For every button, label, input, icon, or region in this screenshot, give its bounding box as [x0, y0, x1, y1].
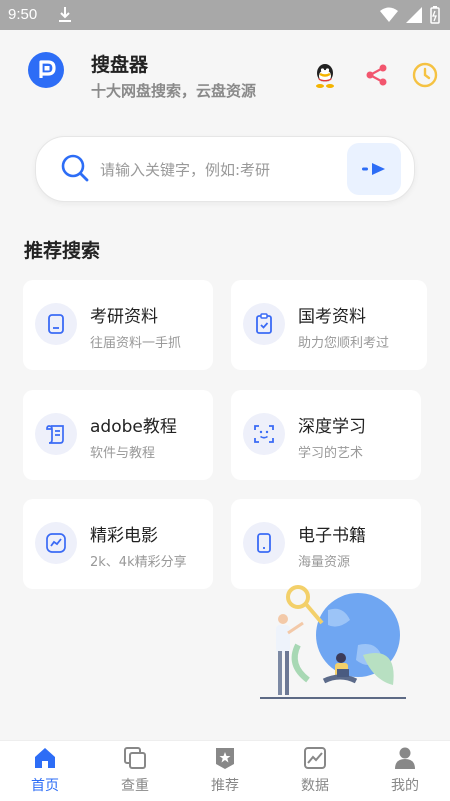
app-header: 搜盘器 十大网盘搜索，云盘资源 [0, 30, 450, 122]
nav-label: 推荐 [211, 778, 239, 794]
search-icon [61, 154, 89, 182]
study-illustration [260, 585, 406, 699]
wifi-icon [380, 7, 398, 22]
go-arrow-icon [362, 163, 385, 175]
app-title: 搜盘器 [91, 54, 149, 76]
section-title: 推荐搜索 [24, 240, 101, 262]
card-subtitle: 海量资源 [298, 555, 351, 570]
card-title: 精彩电影 [90, 526, 158, 546]
nav-label: 数据 [301, 778, 329, 794]
search-button[interactable] [347, 143, 401, 195]
download-icon [59, 7, 71, 22]
nav-mine[interactable]: 我的 [360, 741, 450, 801]
card-title: 电子书籍 [298, 526, 366, 546]
card-adobe[interactable]: adobe教程 软件与教程 [23, 390, 213, 480]
search-box [35, 136, 415, 202]
copy-icon [124, 747, 146, 769]
tablet-icon [243, 522, 285, 564]
document-icon [35, 303, 77, 345]
card-title: adobe教程 [90, 417, 177, 437]
face-scan-icon [243, 413, 285, 455]
status-time: 9:50 [8, 6, 38, 23]
search-input[interactable] [98, 153, 342, 187]
qq-icon[interactable] [310, 60, 340, 90]
status-bar: 9:50 [0, 0, 450, 30]
scroll-icon [35, 413, 77, 455]
card-title: 深度学习 [298, 417, 366, 437]
nav-label: 我的 [391, 778, 419, 794]
card-deep-learning[interactable]: 深度学习 学习的艺术 [231, 390, 421, 480]
signal-icon [406, 7, 422, 23]
nav-data[interactable]: 数据 [270, 741, 360, 801]
card-subtitle: 软件与教程 [90, 446, 156, 461]
home-icon [35, 748, 55, 768]
app-subtitle: 十大网盘搜索，云盘资源 [91, 82, 257, 100]
card-subtitle: 往届资料一手抓 [90, 336, 182, 351]
battery-icon [430, 6, 440, 24]
card-title: 国考资料 [298, 307, 366, 327]
bottom-nav: 首页 查重 推荐 数据 我的 [0, 740, 450, 801]
nav-check[interactable]: 查重 [90, 741, 180, 801]
nav-label: 首页 [31, 778, 59, 794]
chart-line-icon [35, 522, 77, 564]
card-title: 考研资料 [90, 307, 158, 327]
badge-icon [216, 748, 234, 769]
chart-icon [304, 747, 326, 769]
user-icon [395, 747, 415, 769]
card-ebooks[interactable]: 电子书籍 海量资源 [231, 499, 421, 589]
card-subtitle: 助力您顺利考过 [298, 336, 390, 351]
card-kaoyan[interactable]: 考研资料 往届资料一手抓 [23, 280, 213, 370]
status-icons [380, 6, 440, 24]
clock-icon[interactable] [410, 60, 440, 90]
card-guokao[interactable]: 国考资料 助力您顺利考过 [231, 280, 427, 370]
nav-label: 查重 [121, 778, 149, 794]
share-icon[interactable] [362, 60, 392, 90]
app-logo-icon [28, 52, 64, 88]
card-subtitle: 学习的艺术 [298, 446, 364, 461]
card-subtitle: 2k、4k精彩分享 [90, 555, 187, 570]
nav-home[interactable]: 首页 [0, 741, 90, 801]
card-movies[interactable]: 精彩电影 2k、4k精彩分享 [23, 499, 213, 589]
nav-recommend[interactable]: 推荐 [180, 741, 270, 801]
clipboard-check-icon [243, 303, 285, 345]
